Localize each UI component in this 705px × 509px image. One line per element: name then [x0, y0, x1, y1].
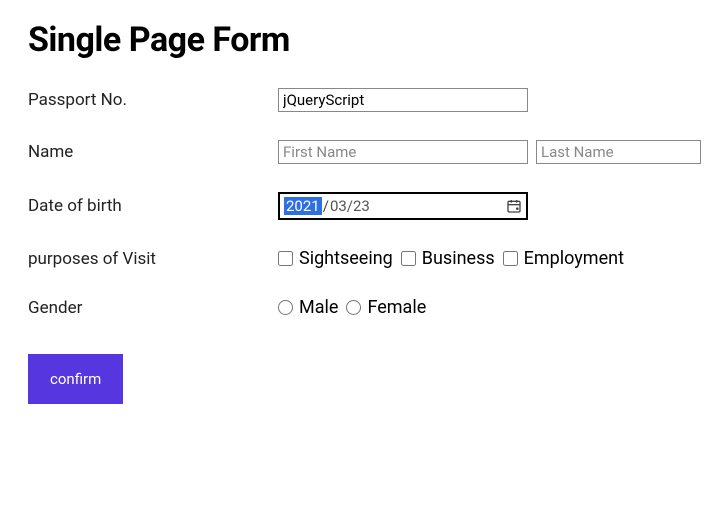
dob-slash: /	[323, 197, 329, 215]
dob-input[interactable]: 2021 / 03/23	[278, 192, 528, 220]
label-gender: Gender	[28, 298, 278, 318]
gender-male-label: Male	[299, 297, 338, 318]
page-title: Single Page Form	[28, 20, 677, 60]
row-name: Name	[28, 140, 677, 164]
purpose-employment-checkbox[interactable]	[503, 251, 518, 266]
gender-male-radio[interactable]	[278, 300, 293, 315]
row-gender: Gender Male Female	[28, 297, 677, 318]
confirm-button[interactable]: confirm	[28, 354, 123, 404]
row-dob: Date of birth 2021 / 03/23	[28, 192, 677, 220]
row-purposes: purposes of Visit Sightseeing Business E…	[28, 248, 677, 269]
label-purposes: purposes of Visit	[28, 249, 278, 269]
label-name: Name	[28, 142, 278, 162]
calendar-icon[interactable]	[506, 198, 522, 214]
row-passport: Passport No.	[28, 88, 677, 112]
dob-rest: 03/23	[330, 197, 505, 215]
purpose-employment-label: Employment	[524, 248, 624, 269]
purpose-sightseeing[interactable]: Sightseeing	[278, 248, 393, 269]
first-name-input[interactable]	[278, 140, 528, 164]
gender-male[interactable]: Male	[278, 297, 338, 318]
purpose-business-label: Business	[422, 248, 495, 269]
dob-year-selected: 2021	[284, 197, 322, 215]
gender-female-radio[interactable]	[346, 300, 361, 315]
purpose-sightseeing-checkbox[interactable]	[278, 251, 293, 266]
gender-female[interactable]: Female	[346, 297, 426, 318]
label-passport: Passport No.	[28, 90, 278, 110]
gender-female-label: Female	[367, 297, 426, 318]
passport-input[interactable]	[278, 88, 528, 112]
last-name-input[interactable]	[536, 140, 701, 164]
purpose-sightseeing-label: Sightseeing	[299, 248, 393, 269]
purpose-business-checkbox[interactable]	[401, 251, 416, 266]
purpose-employment[interactable]: Employment	[503, 248, 624, 269]
purpose-business[interactable]: Business	[401, 248, 495, 269]
label-dob: Date of birth	[28, 196, 278, 216]
